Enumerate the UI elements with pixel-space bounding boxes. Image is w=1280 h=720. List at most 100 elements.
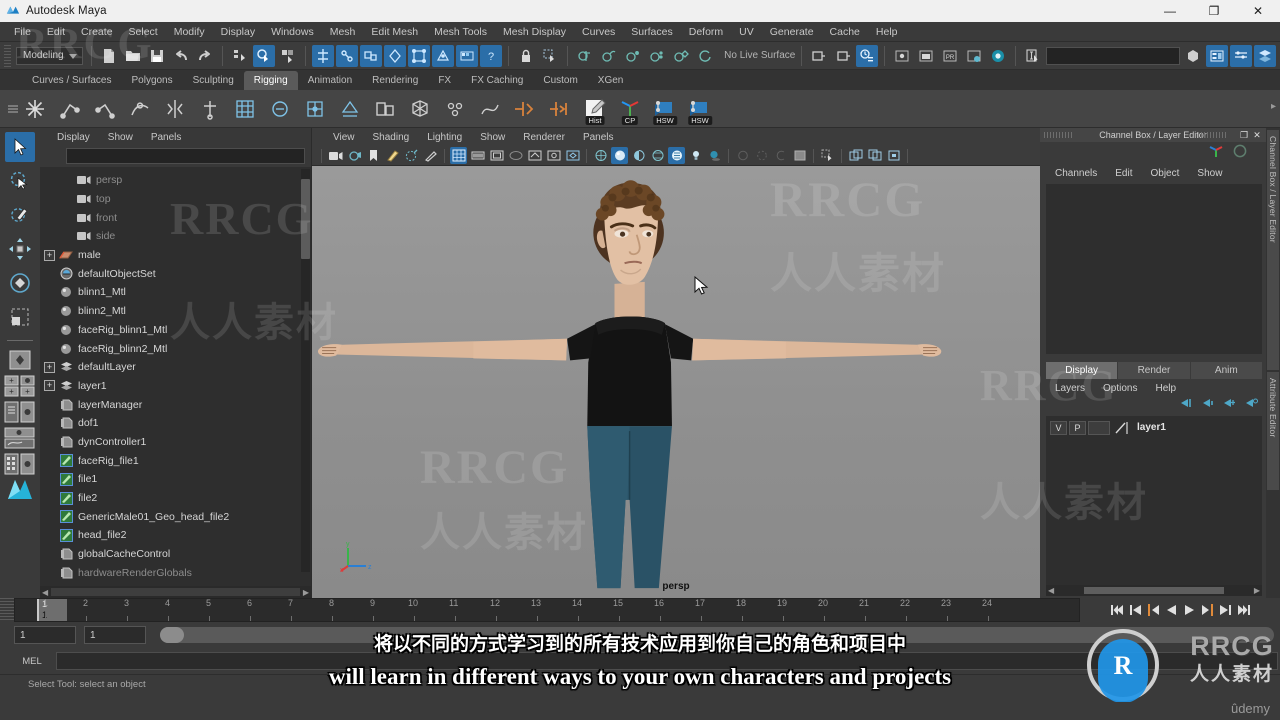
outliner-item-top[interactable]: top bbox=[40, 190, 311, 209]
refresh-icon[interactable] bbox=[1232, 143, 1248, 164]
viewport-background-icon[interactable] bbox=[791, 147, 808, 164]
dock-tab-channel-box[interactable]: Channel Box / Layer Editor bbox=[1267, 130, 1279, 370]
menu-mesh-display[interactable]: Mesh Display bbox=[495, 22, 574, 42]
viewport-menu-show[interactable]: Show bbox=[471, 132, 514, 143]
menu-surfaces[interactable]: Surfaces bbox=[623, 22, 680, 42]
scale-tool-button[interactable] bbox=[5, 302, 35, 332]
select-hierarchy-button[interactable] bbox=[229, 45, 251, 67]
render-settings-button[interactable] bbox=[856, 44, 879, 67]
isolate-select-icon[interactable] bbox=[819, 147, 836, 164]
shelf-create-ik-handle-button[interactable] bbox=[57, 94, 83, 124]
channel-menu-show[interactable]: Show bbox=[1188, 168, 1231, 179]
go-to-start-button[interactable] bbox=[1110, 604, 1124, 617]
paint-select-tool-button[interactable] bbox=[5, 200, 35, 230]
select-by-object-type-button[interactable] bbox=[360, 44, 383, 67]
layer-visibility-toggle[interactable]: V bbox=[1050, 420, 1067, 435]
shelf-cluster-button[interactable] bbox=[442, 94, 468, 124]
panel-zoom-out-icon[interactable] bbox=[866, 147, 883, 164]
shelf-options-icon[interactable] bbox=[4, 90, 22, 128]
outliner-item-side[interactable]: side bbox=[40, 227, 311, 246]
wireframe-shading-icon[interactable] bbox=[592, 147, 609, 164]
shelf-bind-skin-button[interactable] bbox=[232, 94, 258, 124]
xray-active-components-icon[interactable] bbox=[564, 147, 581, 164]
layout-persp-graph-button[interactable] bbox=[4, 427, 36, 449]
move-tool-button[interactable] bbox=[5, 234, 35, 264]
shelf-orient-joint-button[interactable] bbox=[197, 94, 223, 124]
layer-tab-render[interactable]: Render bbox=[1118, 362, 1190, 379]
shelf-tab-fx[interactable]: FX bbox=[428, 71, 461, 90]
layer-tab-anim[interactable]: Anim bbox=[1190, 362, 1262, 379]
outliner-item-persp[interactable]: persp bbox=[40, 171, 311, 190]
select-tool-button[interactable] bbox=[5, 132, 35, 162]
menu-mesh[interactable]: Mesh bbox=[322, 22, 364, 42]
manipulator-axes-icon[interactable] bbox=[1208, 143, 1224, 164]
toggle-viewport-renderer-button[interactable] bbox=[987, 45, 1009, 67]
shelf-tab-animation[interactable]: Animation bbox=[298, 71, 362, 90]
panel-zoom-in-icon[interactable] bbox=[847, 147, 864, 164]
outliner-item-dof1[interactable]: dof1 bbox=[40, 414, 311, 433]
outliner-item-male[interactable]: + male bbox=[40, 246, 311, 265]
previous-key-button[interactable] bbox=[1147, 604, 1160, 617]
redo-button[interactable] bbox=[194, 45, 216, 67]
panel-reset-view-icon[interactable] bbox=[885, 147, 902, 164]
minimize-button[interactable]: — bbox=[1148, 0, 1192, 22]
outliner-item-layer1[interactable]: + layer1 bbox=[40, 377, 311, 396]
make-live-button[interactable] bbox=[694, 45, 716, 67]
time-slider[interactable]: 1 1 1 2 3 4 5 6 7 8 9 10 11 12 13 14 15 … bbox=[14, 598, 1080, 622]
ambient-occlusion-icon[interactable] bbox=[772, 147, 789, 164]
new-layer-from-selected-icon[interactable] bbox=[1244, 396, 1258, 414]
viewport-menu-panels[interactable]: Panels bbox=[574, 132, 623, 143]
shelf-create-joint-button[interactable] bbox=[22, 94, 48, 124]
outliner-item-dyncontroller1[interactable]: dynController1 bbox=[40, 433, 311, 452]
outliner-item-defaultlayer[interactable]: + defaultLayer bbox=[40, 358, 311, 377]
move-layer-down-icon[interactable] bbox=[1200, 396, 1214, 414]
scroll-left-icon[interactable]: ◀ bbox=[42, 588, 48, 597]
layer-color-swatch[interactable] bbox=[1112, 421, 1130, 435]
gate-mask-icon[interactable] bbox=[507, 147, 524, 164]
render-setup-button[interactable] bbox=[963, 45, 985, 67]
expand-toggle-icon[interactable]: + bbox=[44, 361, 55, 373]
component-mask-uvs-button[interactable] bbox=[456, 44, 479, 67]
layout-hypershade-button[interactable] bbox=[4, 453, 36, 475]
highlight-selection-button[interactable] bbox=[539, 45, 561, 67]
outliner-vertical-scrollbar[interactable] bbox=[301, 169, 310, 572]
outliner-item-head-file2[interactable]: head_file2 bbox=[40, 526, 311, 545]
snap-to-grid-button[interactable] bbox=[574, 45, 596, 67]
menu-edit-mesh[interactable]: Edit Mesh bbox=[363, 22, 426, 42]
grid-toggle-icon[interactable] bbox=[450, 147, 467, 164]
grease-pencil-icon[interactable] bbox=[422, 147, 439, 164]
snap-to-projected-center-button[interactable] bbox=[646, 45, 668, 67]
show-hide-layer-editor-button[interactable] bbox=[1254, 44, 1276, 67]
shelf-tab-curves-surfaces[interactable]: Curves / Surfaces bbox=[22, 71, 121, 90]
xray-mode-icon[interactable] bbox=[526, 147, 543, 164]
step-forward-button[interactable] bbox=[1219, 604, 1232, 617]
play-backwards-button[interactable] bbox=[1165, 604, 1178, 617]
viewport-menu-view[interactable]: View bbox=[324, 132, 364, 143]
layer-menu-options[interactable]: Options bbox=[1094, 383, 1146, 394]
camera-attributes-icon[interactable] bbox=[346, 147, 363, 164]
component-mask-points-button[interactable] bbox=[408, 44, 431, 67]
channel-menu-channels[interactable]: Channels bbox=[1046, 168, 1106, 179]
outliner-item-facerig-file1[interactable]: faceRig_file1 bbox=[40, 451, 311, 470]
statusline-grip[interactable] bbox=[4, 44, 11, 67]
range-start-field[interactable]: 1 bbox=[14, 626, 76, 644]
image-plane-icon[interactable] bbox=[384, 147, 401, 164]
layer-tab-display[interactable]: Display bbox=[1046, 362, 1118, 379]
outliner-menu-show[interactable]: Show bbox=[99, 132, 142, 143]
close-panel-button[interactable]: ✕ bbox=[1251, 129, 1263, 141]
shelf-delete-nondeformer-history-button[interactable] bbox=[547, 94, 573, 124]
shelf-hsw-button-2[interactable]: HSW bbox=[687, 94, 713, 125]
move-layer-up-icon[interactable] bbox=[1178, 396, 1192, 414]
shelf-tab-rendering[interactable]: Rendering bbox=[362, 71, 428, 90]
outliner-item-hardwarerenderglobals[interactable]: hardwareRenderGlobals bbox=[40, 563, 311, 582]
outliner-horizontal-scrollbar[interactable]: ◀ ▶ bbox=[40, 586, 311, 598]
shelf-blend-shape-button[interactable] bbox=[372, 94, 398, 124]
shelf-tab-polygons[interactable]: Polygons bbox=[121, 71, 182, 90]
shadows-icon[interactable] bbox=[706, 147, 723, 164]
scrollbar-thumb[interactable] bbox=[1084, 587, 1224, 594]
outliner-item-genericmale01-geo-head-file2[interactable]: GenericMale01_Geo_head_file2 bbox=[40, 507, 311, 526]
shelf-lattice-button[interactable] bbox=[407, 94, 433, 124]
motion-blur-icon[interactable] bbox=[734, 147, 751, 164]
new-scene-button[interactable] bbox=[98, 45, 120, 67]
step-back-button[interactable] bbox=[1129, 604, 1142, 617]
